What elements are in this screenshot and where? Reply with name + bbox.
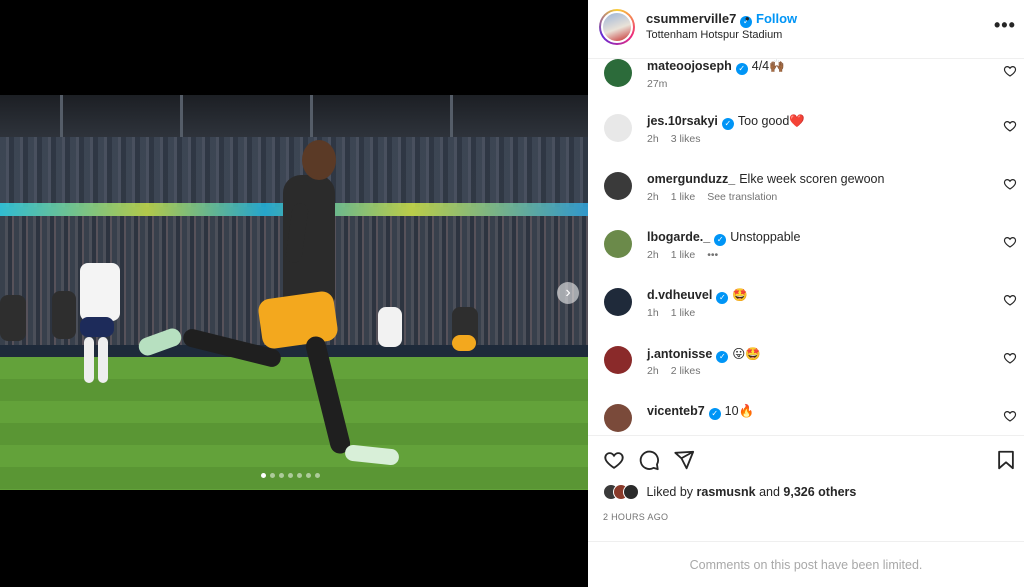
slide-dot (306, 473, 311, 478)
comment-extra-action[interactable]: ••• (707, 249, 718, 261)
slide-indicator (261, 473, 320, 478)
commenter-avatar[interactable] (604, 404, 632, 432)
comment-time: 1h (647, 307, 659, 319)
comment-content: lbogarde._ ✓ Unstoppable (647, 230, 800, 246)
author-avatar[interactable] (599, 9, 635, 45)
comment-likes[interactable]: 1 like (671, 191, 696, 203)
post-header: csummerville7 ✓ • Follow Tottenham Hotspu… (588, 0, 1024, 59)
comment-bubble-icon[interactable] (638, 449, 660, 471)
comment-item: omergunduzz_ Elke week scoren gewoon 2h 1 l… (588, 172, 1024, 230)
commenter-avatar[interactable] (604, 346, 632, 374)
comment-item: jes.10rsakyi ✓ Too good❤️ 2h 3 likes (588, 114, 1024, 172)
commenter-avatar[interactable] (604, 172, 632, 200)
comment-time: 2h (647, 133, 659, 145)
commenter-avatar[interactable] (604, 230, 632, 258)
post-photo (0, 95, 588, 490)
action-bar (588, 435, 1024, 485)
comment-text: Unstoppable (730, 230, 801, 244)
instagram-post-view: › csummerville7 ✓ • Follow Tottenham Hots… (0, 0, 1024, 587)
commenter-avatar[interactable] (604, 59, 632, 87)
more-options-icon[interactable]: ••• (994, 15, 1016, 36)
commenter-username[interactable]: jes.10rsakyi (647, 114, 718, 128)
comment-time: 2h (647, 249, 659, 261)
comment-time: 27m (647, 78, 668, 90)
comment-text: Elke week scoren gewoon (739, 172, 885, 186)
comment-like-icon[interactable] (1003, 235, 1017, 249)
header-separator: • (745, 11, 750, 26)
post-timestamp[interactable]: 2 HOURS AGO (603, 512, 668, 522)
commenter-avatar[interactable] (604, 288, 632, 316)
comment-meta: 2h 3 likes (647, 133, 712, 145)
verified-badge-icon: ✓ (716, 292, 729, 304)
comment-item: vicenteb7 ✓ 10🔥 (588, 404, 1024, 435)
author-username[interactable]: csummerville7 ✓ (646, 11, 753, 28)
comment-meta: 1h 1 like (647, 307, 707, 319)
comment-meta: 2h 2 likes (647, 365, 712, 377)
commenter-username[interactable]: d.vdheuvel (647, 288, 712, 302)
comment-like-icon[interactable] (1003, 409, 1017, 423)
verified-badge-icon: ✓ (708, 408, 721, 420)
comment-text: Too good❤️ (737, 114, 805, 128)
comment-text: 🤩 (732, 288, 748, 302)
comment-like-icon[interactable] (1003, 177, 1017, 191)
comment-likes[interactable]: 3 likes (671, 133, 701, 145)
verified-badge-icon: ✓ (716, 351, 729, 363)
liker-username[interactable]: rasmusnk (697, 485, 756, 499)
follow-button[interactable]: Follow (756, 11, 797, 26)
comment-content: j.antonisse ✓ 😛🤩 (647, 346, 761, 363)
comment-list[interactable]: mateoojoseph ✓ 4/4🙌🏾 27m jes.10rsakyi ✓ Too go… (588, 59, 1024, 435)
verified-badge-icon: ✓ (735, 63, 748, 75)
post-sidebar: csummerville7 ✓ • Follow Tottenham Hotspu… (588, 0, 1024, 587)
liker-avatar (623, 484, 639, 500)
comment-content: omergunduzz_ Elke week scoren gewoon (647, 172, 884, 186)
commenter-username[interactable]: j.antonisse (647, 347, 712, 361)
slide-dot (270, 473, 275, 478)
post-media: › (0, 0, 588, 587)
share-send-icon[interactable] (673, 449, 695, 471)
like-heart-icon[interactable] (603, 449, 625, 471)
comment-item: j.antonisse ✓ 😛🤩 2h 2 likes (588, 346, 1024, 404)
commenter-username[interactable]: vicenteb7 (647, 404, 705, 418)
comment-likes[interactable]: 2 likes (671, 365, 701, 377)
comment-meta: 2h 1 like ••• (647, 249, 730, 261)
commenter-username[interactable]: lbogarde._ (647, 230, 710, 244)
comment-item: mateoojoseph ✓ 4/4🙌🏾 27m (588, 59, 1024, 117)
next-slide-button[interactable]: › (557, 282, 579, 304)
slide-dot (288, 473, 293, 478)
comment-content: mateoojoseph ✓ 4/4🙌🏾 (647, 59, 785, 75)
slide-dot (297, 473, 302, 478)
commenter-username[interactable]: omergunduzz_ (647, 172, 735, 186)
comment-content: vicenteb7 ✓ 10🔥 (647, 404, 754, 420)
comment-like-icon[interactable] (1003, 64, 1017, 78)
comment-meta: 27m (647, 78, 679, 90)
likes-summary: Liked by rasmusnk and 9,326 others (603, 484, 856, 504)
comment-text: 10🔥 (724, 404, 755, 418)
comment-content: jes.10rsakyi ✓ Too good❤️ (647, 114, 805, 130)
comment-meta: 2h 1 like See translation (647, 191, 789, 203)
comments-limited-notice: Comments on this post have been limited. (588, 541, 1024, 587)
comment-text: 4/4🙌🏾 (751, 59, 785, 73)
verified-badge-icon: ✓ (721, 118, 734, 130)
comment-likes[interactable]: 1 like (671, 249, 696, 261)
verified-badge-icon: ✓ (714, 234, 727, 246)
post-location[interactable]: Tottenham Hotspur Stadium (646, 29, 782, 41)
commenter-avatar[interactable] (604, 114, 632, 142)
comment-time: 2h (647, 365, 659, 377)
save-bookmark-icon[interactable] (995, 449, 1017, 471)
comment-content: d.vdheuvel ✓ 🤩 (647, 288, 748, 304)
slide-dot (315, 473, 320, 478)
comment-item: d.vdheuvel ✓ 🤩 1h 1 like (588, 288, 1024, 346)
comment-like-icon[interactable] (1003, 351, 1017, 365)
likes-count[interactable]: 9,326 others (783, 485, 856, 499)
commenter-username[interactable]: mateoojoseph (647, 59, 732, 73)
comment-like-icon[interactable] (1003, 119, 1017, 133)
comment-time: 2h (647, 191, 659, 203)
comment-text: 😛🤩 (732, 347, 761, 361)
slide-dot (261, 473, 266, 478)
comment-like-icon[interactable] (1003, 293, 1017, 307)
comment-extra-action[interactable]: See translation (707, 191, 777, 203)
comment-item: lbogarde._ ✓ Unstoppable 2h 1 like ••• (588, 230, 1024, 288)
comment-likes[interactable]: 1 like (671, 307, 696, 319)
slide-dot (279, 473, 284, 478)
